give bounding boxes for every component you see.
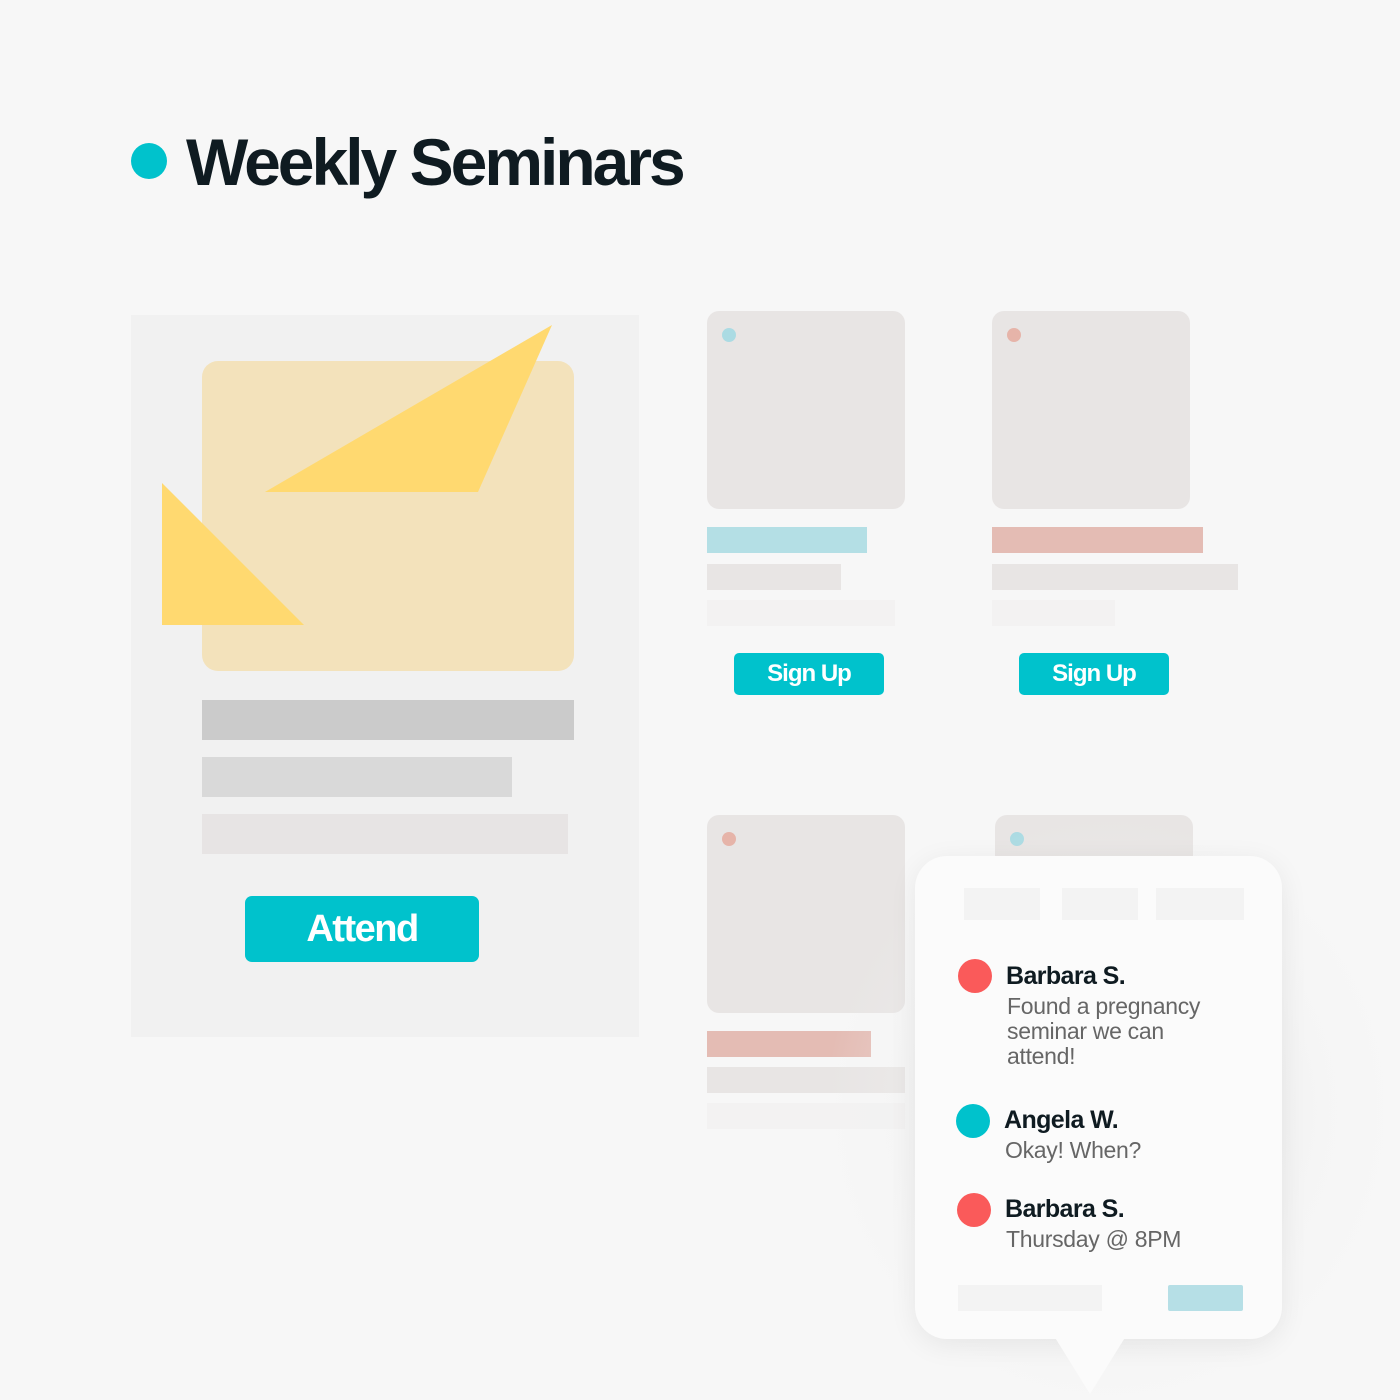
chat-input[interactable] [958,1285,1102,1311]
seminar-title-placeholder [707,527,867,553]
message-author: Angela W. [1004,1106,1119,1134]
message-text: Found a pregnancy seminar we can attend! [1007,993,1201,1069]
avatar [957,1193,991,1227]
status-dot-icon [722,832,736,846]
decorative-triangles [162,325,552,625]
triangle-shape-large [265,325,552,492]
seminar-meta-placeholder [707,564,841,590]
chat-bubble-tail [1054,1336,1126,1394]
title-dot-icon [131,143,167,179]
sign-up-button[interactable]: Sign Up [734,653,884,695]
featured-description-placeholder [202,814,568,854]
seminar-meta-placeholder [992,564,1238,590]
page-title: Weekly Seminars [186,125,686,199]
seminar-thumbnail[interactable] [992,311,1190,509]
chat-tab[interactable] [1062,888,1138,920]
message-text: Okay! When? [1005,1137,1142,1163]
featured-subtitle-placeholder [202,757,512,797]
attend-button[interactable]: Attend [245,896,479,962]
seminar-thumbnail[interactable] [707,311,905,509]
sign-up-button[interactable]: Sign Up [1019,653,1169,695]
seminar-detail-placeholder [992,600,1115,626]
message-author: Barbara S. [1006,962,1126,990]
avatar [958,959,992,993]
seminar-detail-placeholder [707,600,895,626]
triangle-shape-small [162,483,304,625]
seminar-title-placeholder [992,527,1203,553]
avatar [956,1104,990,1138]
message-text: Thursday @ 8PM [1006,1226,1182,1252]
status-dot-icon [1007,328,1021,342]
featured-title-placeholder [202,700,574,740]
send-button[interactable] [1168,1285,1243,1311]
chat-popup [915,856,1282,1339]
status-dot-icon [722,328,736,342]
chat-tab[interactable] [964,888,1040,920]
message-author: Barbara S. [1005,1195,1125,1223]
chat-tab[interactable] [1156,888,1244,920]
